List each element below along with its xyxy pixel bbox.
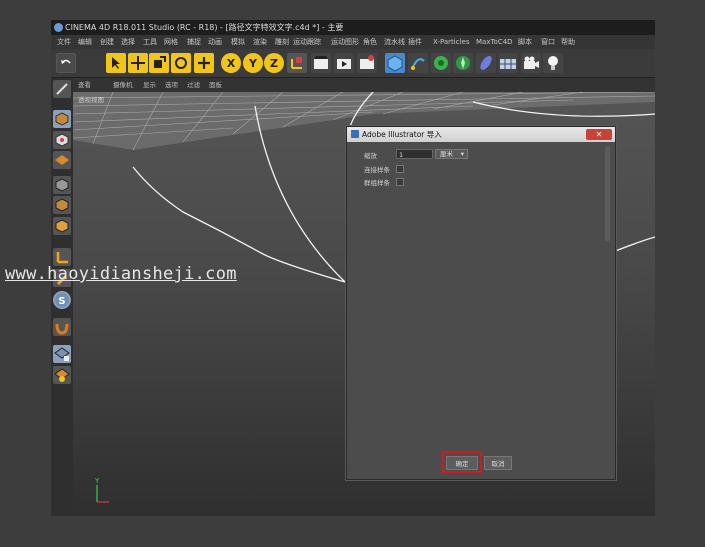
connect-splines-label: 连接样条 bbox=[364, 166, 390, 174]
menu-item[interactable]: 雕刻 bbox=[275, 35, 289, 49]
viewport-menu-item[interactable]: 查看 bbox=[78, 78, 91, 92]
y-axis-lock-icon[interactable]: Y bbox=[243, 53, 263, 73]
menu-item[interactable]: 文件 bbox=[57, 35, 71, 49]
chevron-down-icon: ▾ bbox=[460, 150, 464, 158]
svg-text:S: S bbox=[58, 296, 65, 307]
menu-item[interactable]: 工具 bbox=[143, 35, 157, 49]
menu-item[interactable]: 流水线 bbox=[384, 35, 405, 49]
dialog-app-icon bbox=[351, 130, 359, 138]
add-tool-icon[interactable] bbox=[194, 53, 214, 73]
menu-item[interactable]: X-Particles bbox=[433, 35, 469, 49]
dialog-body: 缩放 1 厘米 ▾ 连接样条 群组样条 确定 取消 bbox=[347, 142, 615, 479]
dialog-title-bar: Adobe Illustrator 导入 ✕ bbox=[347, 127, 615, 142]
unit-select-value: 厘米 bbox=[440, 150, 453, 158]
svg-text:Y: Y bbox=[248, 57, 258, 70]
undo-icon[interactable] bbox=[56, 53, 76, 73]
select-tool-icon[interactable] bbox=[106, 53, 126, 73]
menu-item[interactable]: 角色 bbox=[363, 35, 377, 49]
viewport-menu-item[interactable]: 过滤 bbox=[187, 78, 200, 92]
cancel-button[interactable]: 取消 bbox=[484, 456, 512, 470]
viewport-menu-item[interactable]: 选项 bbox=[165, 78, 178, 92]
menu-item[interactable]: 模拟 bbox=[231, 35, 245, 49]
ok-button[interactable]: 确定 bbox=[446, 456, 478, 470]
window-title: CINEMA 4D R18.011 Studio (RC - R18) - [路… bbox=[65, 23, 344, 32]
scale-label: 缩放 bbox=[364, 152, 377, 160]
title-bar: CINEMA 4D R18.011 Studio (RC - R18) - [路… bbox=[51, 20, 655, 35]
subdivision-surface-icon[interactable] bbox=[431, 53, 451, 73]
rotate-tool-icon[interactable] bbox=[171, 53, 191, 73]
left-toolbar: S bbox=[51, 78, 74, 516]
snap-icon[interactable]: S bbox=[53, 291, 71, 309]
menu-item[interactable]: 运动图形 bbox=[331, 35, 359, 49]
magnet-icon[interactable] bbox=[53, 318, 71, 336]
menu-item[interactable]: 编辑 bbox=[78, 35, 92, 49]
camera-icon[interactable] bbox=[521, 53, 541, 73]
deformer-icon[interactable] bbox=[476, 53, 496, 73]
floor-environment-icon[interactable] bbox=[498, 53, 518, 73]
light-icon[interactable] bbox=[543, 53, 563, 73]
render-picture-viewer-icon[interactable] bbox=[334, 53, 354, 73]
menu-item[interactable]: 运动跟踪 bbox=[293, 35, 321, 49]
viewport-menu-item[interactable]: 面板 bbox=[209, 78, 222, 92]
watermark-text: www.haoyidiansheji.com bbox=[5, 264, 237, 284]
scale-input[interactable]: 1 bbox=[396, 149, 433, 159]
menu-item[interactable]: 窗口 bbox=[541, 35, 555, 49]
main-toolbar: X Y Z bbox=[51, 49, 655, 78]
unit-select[interactable]: 厘米 ▾ bbox=[435, 149, 468, 159]
viewport-menu: 查看 摄像机 显示 选项 过滤 面板 bbox=[73, 78, 655, 92]
texture-mode-icon[interactable] bbox=[53, 131, 71, 149]
menu-item[interactable]: 插件 bbox=[408, 35, 422, 49]
svg-text:Z: Z bbox=[270, 57, 278, 70]
menu-bar: 文件 编辑 创建 选择 工具 网格 捕捉 动画 模拟 渲染 雕刻 运动跟踪 运动图形 角色 流水线 插件 X-P… bbox=[51, 35, 655, 49]
menu-item[interactable]: 脚本 bbox=[518, 35, 532, 49]
group-splines-checkbox[interactable] bbox=[396, 178, 404, 186]
edges-mode-icon[interactable] bbox=[53, 196, 71, 214]
grid-workplane-icon[interactable] bbox=[53, 366, 71, 384]
menu-item[interactable]: 网格 bbox=[164, 35, 178, 49]
x-axis-lock-icon[interactable]: X bbox=[221, 53, 241, 73]
viewport-label: 透视视图 bbox=[78, 96, 104, 104]
group-splines-label: 群组样条 bbox=[364, 179, 390, 187]
workplane-mode-icon[interactable] bbox=[53, 151, 71, 169]
illustrator-import-dialog: Adobe Illustrator 导入 ✕ 缩放 1 厘米 ▾ 连接样条 群组… bbox=[346, 126, 616, 480]
cube-object-icon[interactable] bbox=[385, 53, 405, 73]
workplane-lock-icon[interactable] bbox=[53, 345, 71, 363]
menu-item[interactable]: 选择 bbox=[121, 35, 135, 49]
render-settings-icon[interactable] bbox=[357, 53, 377, 73]
connect-splines-checkbox[interactable] bbox=[396, 165, 404, 173]
svg-text:X: X bbox=[227, 57, 236, 70]
cloner-icon[interactable] bbox=[453, 53, 473, 73]
menu-item[interactable]: 捕捉 bbox=[187, 35, 201, 49]
axis-y-label: Y bbox=[94, 477, 100, 485]
dialog-title: Adobe Illustrator 导入 bbox=[362, 130, 442, 139]
menu-item[interactable]: MaxToC4D bbox=[476, 35, 513, 49]
close-icon[interactable]: ✕ bbox=[586, 129, 612, 140]
model-mode-icon[interactable] bbox=[53, 110, 71, 128]
cinema4d-logo-icon bbox=[54, 23, 63, 32]
coordinate-system-icon[interactable] bbox=[287, 53, 307, 73]
make-editable-icon[interactable] bbox=[53, 80, 71, 98]
viewport-menu-item[interactable]: 显示 bbox=[143, 78, 156, 92]
z-axis-lock-icon[interactable]: Z bbox=[264, 53, 284, 73]
viewport-menu-item[interactable]: 摄像机 bbox=[113, 78, 133, 92]
menu-item[interactable]: 渲染 bbox=[253, 35, 267, 49]
menu-item[interactable]: 帮助 bbox=[561, 35, 575, 49]
menu-item[interactable]: 创建 bbox=[100, 35, 114, 49]
points-mode-icon[interactable] bbox=[53, 176, 71, 194]
render-view-icon[interactable] bbox=[311, 53, 331, 73]
move-tool-icon[interactable] bbox=[128, 53, 148, 73]
scale-tool-icon[interactable] bbox=[149, 53, 169, 73]
pen-spline-icon[interactable] bbox=[408, 53, 428, 73]
menu-item[interactable]: 动画 bbox=[208, 35, 222, 49]
polygons-mode-icon[interactable] bbox=[53, 217, 71, 235]
dialog-scrollbar[interactable] bbox=[605, 146, 610, 241]
